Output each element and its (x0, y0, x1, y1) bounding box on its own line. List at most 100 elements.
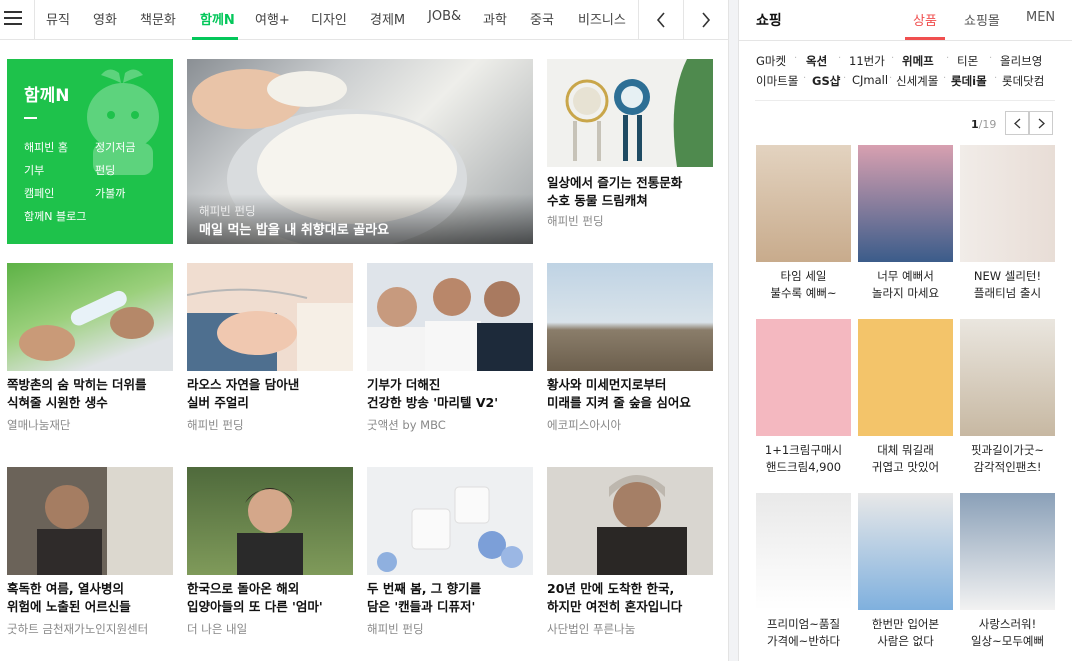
divider (755, 100, 1055, 101)
product-item[interactable]: 1+1크림구매시 핸드크림4,900 (756, 319, 851, 479)
product-label-line1: 사랑스러워! (978, 617, 1037, 631)
article-title-line1: 한국으로 돌아온 해외 (187, 581, 300, 596)
product-item[interactable]: 프리미엄~품질 가격에~반하다 (756, 493, 851, 653)
product-label-line2: 놀라지 마세요 (871, 286, 940, 300)
nav-divider (34, 0, 35, 40)
article-image (547, 467, 713, 575)
link-donate[interactable]: 기부 (24, 162, 44, 178)
product-image (858, 319, 953, 436)
product-item[interactable]: 너무 예뻐서 놀라지 마세요 (858, 145, 953, 305)
mall-link[interactable]: 롯데i몰 (951, 73, 987, 89)
chevron-right-icon[interactable] (1029, 111, 1053, 135)
tab-china[interactable]: 중국 (530, 9, 554, 28)
tab-products[interactable]: 상품 (913, 10, 937, 29)
product-label-line2: 사람은 없다 (877, 634, 934, 648)
chevron-left-icon[interactable] (639, 0, 683, 40)
tab-design[interactable]: 디자인 (311, 9, 347, 28)
divider (739, 40, 1072, 41)
article-title-line1: 일상에서 즐기는 전통문화 (547, 175, 683, 190)
mall-link[interactable]: 롯데닷컴 (1002, 73, 1044, 89)
article-card[interactable]: 20년 만에 도착한 한국, 하지만 여전히 혼자입니다 사단법인 푸른나눔 (547, 467, 713, 647)
article-source: 굿하트 금천재가노인지원센터 (7, 622, 149, 636)
mall-link[interactable]: G마켓 (756, 53, 786, 69)
article-card[interactable]: 일상에서 즐기는 전통문화 수호 동물 드림캐쳐 해피빈 펀딩 (547, 59, 713, 244)
link-funding[interactable]: 펀딩 (95, 162, 115, 178)
feature-title: 매일 먹는 밥을 내 취향대로 골라요 (199, 223, 390, 238)
mall-link[interactable]: GS샵 (812, 73, 840, 89)
article-card[interactable]: 쪽방촌의 숨 막히는 더위를 식혀줄 시원한 생수 열매나눔재단 (7, 263, 173, 443)
article-title-line2: 입양아들의 또 다른 '엄마' (187, 599, 323, 614)
page-current: 1 (971, 118, 979, 131)
article-title-line1: 라오스 자연을 담아낸 (187, 377, 300, 392)
article-title-line2: 식혀줄 시원한 생수 (7, 395, 108, 410)
feature-source: 해피빈 펀딩 (199, 204, 256, 218)
sprout-mascot-icon (87, 69, 159, 175)
mall-link[interactable]: CJmall (852, 73, 888, 87)
mall-link[interactable]: 위메프 (902, 53, 934, 69)
chevron-left-icon[interactable] (1005, 111, 1029, 135)
article-image (187, 467, 353, 575)
product-label-line2: 플래티넘 출시 (973, 286, 1042, 300)
article-title-line2: 건강한 방송 '마리텔 V2' (367, 395, 499, 410)
article-title-line1: 두 번째 봄, 그 향기를 (367, 581, 482, 596)
article-source: 사단법인 푸른나눔 (547, 622, 636, 636)
link-regular-saving[interactable]: 정기저금 (95, 139, 135, 155)
shopping-panel: 쇼핑 상품 쇼핑몰 MEN G마켓 · 옥션 · 11번가 · 위메프 · 티몬… (738, 0, 1072, 661)
product-item[interactable]: NEW 셀리턴! 플래티넘 출시 (960, 145, 1055, 305)
link-together-blog[interactable]: 함께N 블로그 (24, 208, 86, 224)
article-image (367, 467, 533, 575)
product-image (960, 493, 1055, 610)
article-title-line2: 실버 주얼리 (187, 395, 249, 410)
tab-business[interactable]: 비즈니스 (578, 9, 626, 28)
feature-card[interactable]: 해피빈 펀딩 매일 먹는 밥을 내 취향대로 골라요 (187, 59, 533, 244)
hamburger-menu-icon[interactable] (4, 8, 26, 30)
link-visit[interactable]: 가볼까 (95, 185, 125, 201)
article-title-line1: 20년 만에 도착한 한국, (547, 581, 675, 596)
mall-link[interactable]: 옥션 (806, 53, 827, 69)
product-image (858, 145, 953, 262)
active-tab-indicator (192, 37, 238, 40)
product-label-line2: 감각적인팬츠! (973, 460, 1042, 474)
article-card[interactable]: 황사와 미세먼지로부터 미래를 지켜 줄 숲을 심어요 에코피스아시아 (547, 263, 713, 443)
article-card[interactable]: 기부가 더해진 건강한 방송 '마리텔 V2' 굿액션 by MBC (367, 263, 533, 443)
product-label-line2: 핸드크림4,900 (765, 460, 842, 474)
mall-link[interactable]: 신세계몰 (896, 73, 938, 89)
tab-together[interactable]: 함께N (200, 9, 235, 28)
product-image (960, 145, 1055, 262)
product-image (756, 493, 851, 610)
product-item[interactable]: 사랑스러워! 일상~모두예뻐 (960, 493, 1055, 653)
article-source: 열매나눔재단 (7, 418, 71, 432)
mall-link[interactable]: 11번가 (849, 53, 885, 69)
article-image (7, 263, 173, 371)
tab-movie[interactable]: 영화 (93, 9, 117, 28)
product-item[interactable]: 핏과길이가굿~ 감각적인팬츠! (960, 319, 1055, 479)
chevron-right-icon[interactable] (684, 0, 728, 40)
tab-job[interactable]: JOB& (428, 9, 461, 24)
tab-economy[interactable]: 경제M (370, 9, 405, 28)
product-item[interactable]: 한번만 입어본 사람은 없다 (858, 493, 953, 653)
tab-books[interactable]: 책문화 (140, 9, 176, 28)
link-campaign[interactable]: 캠페인 (24, 185, 54, 201)
promo-divider (24, 117, 37, 119)
article-image (367, 263, 533, 371)
article-card[interactable]: 라오스 자연을 담아낸 실버 주얼리 해피빈 펀딩 (187, 263, 353, 443)
tab-science[interactable]: 과학 (483, 9, 507, 28)
tab-music[interactable]: 뮤직 (46, 9, 70, 28)
mall-link[interactable]: 이마트몰 (756, 73, 798, 89)
product-label-line2: 가격에~반하다 (766, 634, 841, 648)
article-title-line2: 담은 '캔들과 디퓨저' (367, 599, 476, 614)
product-item[interactable]: 타임 세일 불수록 예뻐~ (756, 145, 851, 305)
article-card[interactable]: 두 번째 봄, 그 향기를 담은 '캔들과 디퓨저' 해피빈 펀딩 (367, 467, 533, 647)
product-image (756, 145, 851, 262)
article-card[interactable]: 한국으로 돌아온 해외 입양아들의 또 다른 '엄마' 더 나은 내일 (187, 467, 353, 647)
article-card[interactable]: 혹독한 여름, 열사병의 위험에 노출된 어르신들 굿하트 금천재가노인지원센터 (7, 467, 173, 647)
mall-link[interactable]: 올리브영 (1000, 53, 1042, 69)
mall-link[interactable]: 티몬 (957, 53, 978, 69)
tab-malls[interactable]: 쇼핑몰 (964, 10, 1000, 29)
product-image (960, 319, 1055, 436)
product-item[interactable]: 대체 뭐길래 귀엽고 맛있어 (858, 319, 953, 479)
tab-men[interactable]: MEN (1026, 10, 1055, 25)
article-source: 더 나은 내일 (187, 622, 248, 636)
tab-travel[interactable]: 여행+ (255, 9, 290, 28)
link-happybean-home[interactable]: 해피빈 홈 (24, 139, 68, 155)
